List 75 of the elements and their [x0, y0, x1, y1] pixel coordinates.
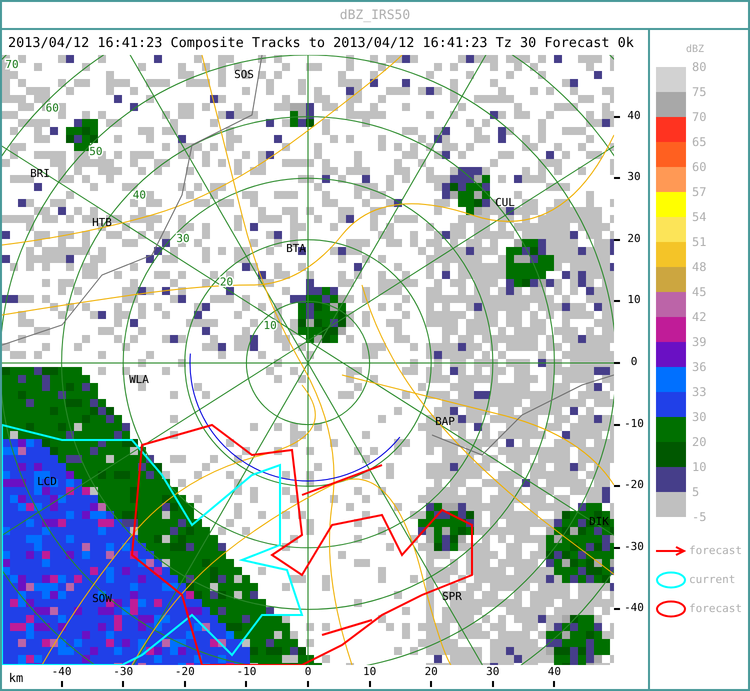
axis-tick-label: -10 — [624, 416, 644, 430]
ring-label: 10 — [263, 319, 277, 332]
scale-label: 51 — [692, 234, 706, 251]
ring-label: 60 — [46, 101, 59, 114]
axis-tick-label: 10 — [362, 665, 376, 678]
axis-tick-icon — [614, 238, 620, 241]
city-label: SPR — [442, 590, 462, 603]
scale-label: 54 — [692, 209, 706, 226]
axis-tick-label: 40 — [627, 108, 641, 122]
city-label: CUL — [495, 196, 515, 209]
axis-tick-icon — [245, 681, 248, 687]
axis-tick-label: -20 — [624, 478, 644, 492]
scale-label: 45 — [692, 284, 706, 301]
axis-tick-label: -20 — [174, 665, 195, 678]
scale-label: 39 — [692, 334, 706, 351]
scale-label: -5 — [692, 509, 706, 526]
scale-label: 48 — [692, 259, 706, 276]
scale-label: 65 — [692, 134, 706, 151]
scale-label: 80 — [692, 59, 706, 76]
scale-label: 10 — [692, 459, 706, 476]
scale-label: 5 — [692, 484, 700, 501]
scale-label: 57 — [692, 184, 706, 201]
axis-tick-icon — [614, 485, 620, 488]
legend-label: forecast — [689, 602, 742, 615]
legend-label: forecast — [689, 544, 742, 557]
axis-tick-icon — [307, 681, 309, 687]
ring-label: 30 — [176, 232, 190, 245]
legend-title: dBZ — [686, 44, 704, 55]
axis-tick-icon — [184, 681, 186, 687]
scale-label: 30 — [692, 409, 706, 426]
axis-tick-label: -30 — [113, 665, 134, 678]
ring-label: 70 — [5, 58, 19, 71]
map-header: 2013/04/12 16:41:23 Composite Tracks to 2013/04/12 16:41:23 Tz 30 Forecast 0k — [7, 34, 635, 52]
scale-label: 36 — [692, 359, 706, 376]
axis-tick-icon — [553, 681, 556, 687]
scale-label: 75 — [692, 84, 706, 101]
city-label: LCD — [37, 475, 57, 488]
legend-label: current — [689, 573, 736, 586]
axis-tick-label: 20 — [424, 665, 438, 678]
axis-tick-label: -40 — [624, 601, 644, 614]
axis-tick-icon — [122, 681, 124, 687]
axis-tick-icon — [614, 116, 620, 118]
axis-tick-icon — [614, 546, 620, 549]
axis-tick-icon — [614, 608, 620, 610]
axis-tick-label: 20 — [627, 232, 641, 245]
scale-label: 60 — [692, 159, 706, 176]
axis-tick-icon — [492, 681, 494, 687]
ring-label: 50 — [89, 144, 102, 158]
axis-tick-label: 30 — [627, 170, 641, 184]
axis-tick-icon — [430, 681, 432, 687]
scale-label: 20 — [692, 434, 706, 451]
axis-tick-label: 30 — [486, 665, 500, 678]
axis-tick-label: 0 — [304, 665, 312, 678]
scale-label: 33 — [692, 384, 706, 401]
axis-unit-label: km — [8, 671, 24, 685]
axis-tick-label: 0 — [630, 355, 638, 368]
axis-tick-icon — [368, 681, 371, 687]
axis-tick-label: -30 — [624, 540, 644, 553]
axis-tick-label: -40 — [52, 665, 72, 678]
ring-label: 40 — [132, 188, 146, 202]
axis-tick-label: 40 — [548, 665, 562, 678]
axis-tick-label: 10 — [627, 293, 641, 306]
axis-tick-icon — [614, 362, 620, 364]
city-label: SOS — [234, 68, 254, 81]
city-label: DIK — [589, 515, 609, 528]
axis-tick-icon — [614, 300, 620, 302]
axis-tick-icon — [614, 424, 620, 426]
axis-tick-icon — [60, 681, 63, 687]
axis-tick-icon — [614, 177, 620, 180]
axis-tick-label: -10 — [236, 665, 256, 678]
city-label: BTA — [286, 242, 306, 255]
scale-label: 70 — [692, 109, 706, 126]
scale-label: 42 — [692, 309, 706, 326]
city-label: WLA — [129, 373, 149, 386]
window-title: dBZ_IRS50 — [2, 2, 748, 30]
